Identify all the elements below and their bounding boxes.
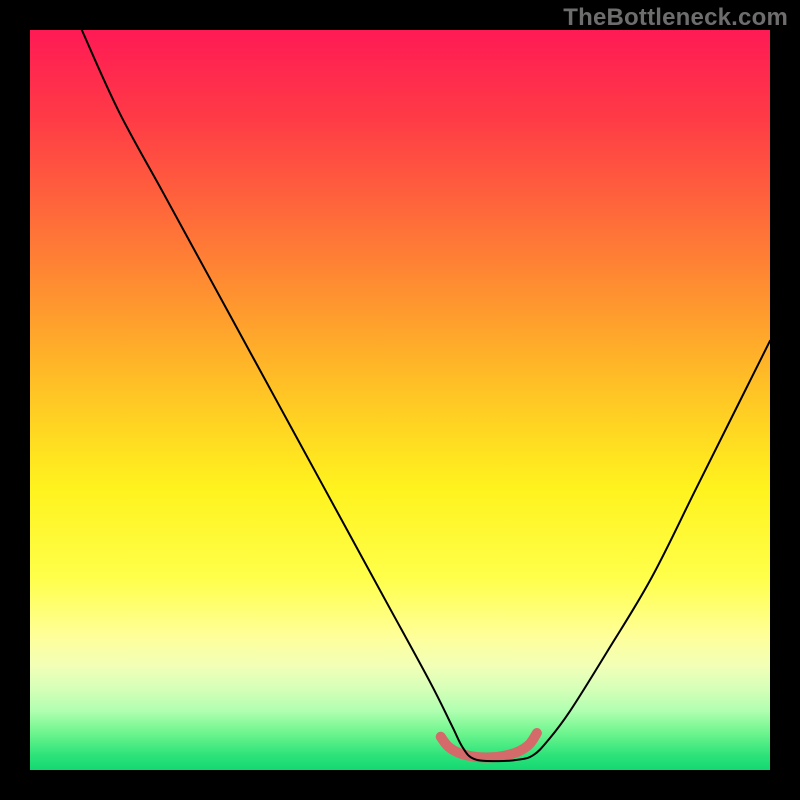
optimal-band-path [441,733,537,757]
curves-svg [30,30,770,770]
bottleneck-curve-path [82,30,770,761]
watermark-text: TheBottleneck.com [563,4,788,32]
chart-frame: TheBottleneck.com [0,0,800,800]
plot-area [30,30,770,770]
